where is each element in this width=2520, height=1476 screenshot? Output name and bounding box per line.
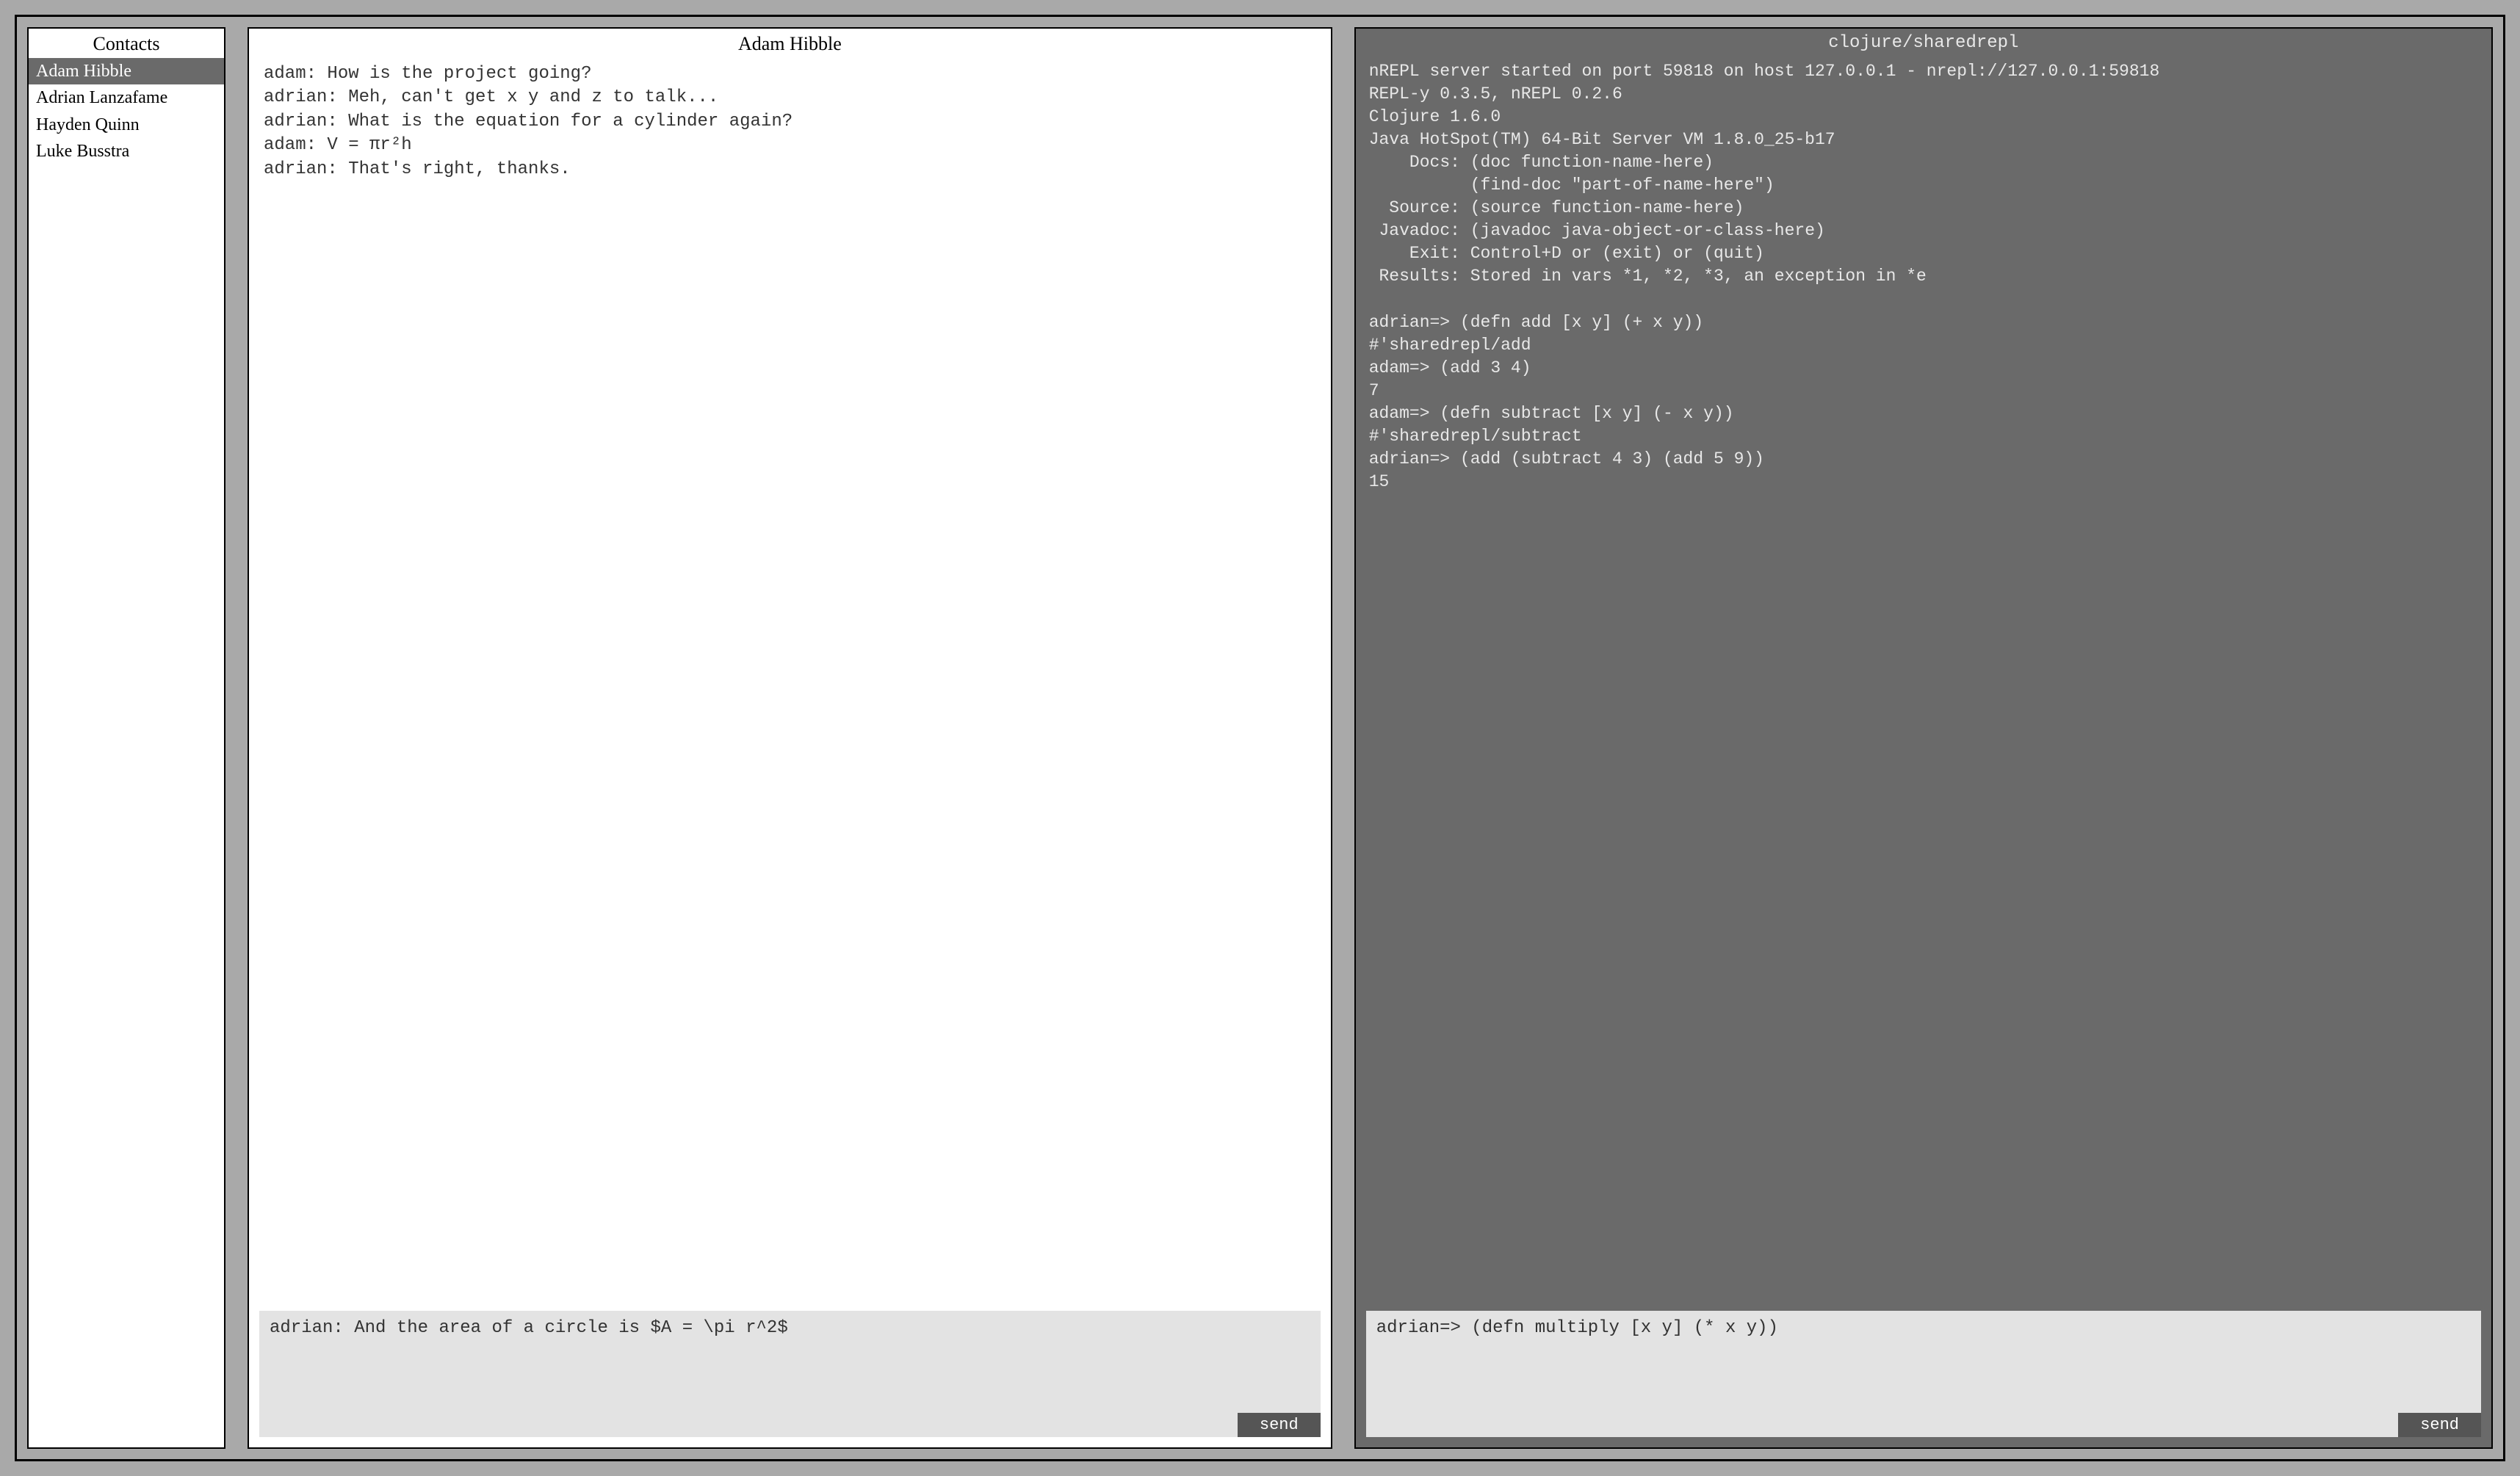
contact-item[interactable]: Adrian Lanzafame: [29, 84, 224, 111]
chat-panel: Adam Hibble adam: How is the project goi…: [248, 27, 1332, 1449]
repl-send-button[interactable]: send: [2398, 1413, 2481, 1437]
repl-panel: clojure/sharedrepl nREPL server started …: [1354, 27, 2493, 1449]
app-frame: Contacts Adam HibbleAdrian LanzafameHayd…: [15, 15, 2505, 1461]
contact-item[interactable]: Luke Busstra: [29, 138, 224, 164]
repl-output: nREPL server started on port 59818 on ho…: [1356, 56, 2491, 1300]
chat-title: Adam Hibble: [249, 29, 1331, 58]
chat-message: adam: V = πr²h: [264, 134, 1316, 157]
chat-message: adrian: That's right, thanks.: [264, 158, 1316, 181]
chat-message: adrian: What is the equation for a cylin…: [264, 110, 1316, 134]
repl-input-area: send: [1366, 1311, 2481, 1437]
repl-input[interactable]: [1366, 1311, 2481, 1437]
contacts-title: Contacts: [29, 29, 224, 58]
chat-message: adam: How is the project going?: [264, 62, 1316, 86]
contact-item[interactable]: Hayden Quinn: [29, 112, 224, 138]
contact-item[interactable]: Adam Hibble: [29, 58, 224, 84]
contacts-panel: Contacts Adam HibbleAdrian LanzafameHayd…: [27, 27, 225, 1449]
contacts-list: Adam HibbleAdrian LanzafameHayden QuinnL…: [29, 58, 224, 165]
repl-title: clojure/sharedrepl: [1356, 29, 2491, 56]
chat-messages: adam: How is the project going?adrian: M…: [249, 58, 1331, 1300]
chat-input-area: send: [259, 1311, 1321, 1437]
chat-message: adrian: Meh, can't get x y and z to talk…: [264, 86, 1316, 109]
chat-input[interactable]: [259, 1311, 1321, 1437]
chat-send-button[interactable]: send: [1238, 1413, 1321, 1437]
